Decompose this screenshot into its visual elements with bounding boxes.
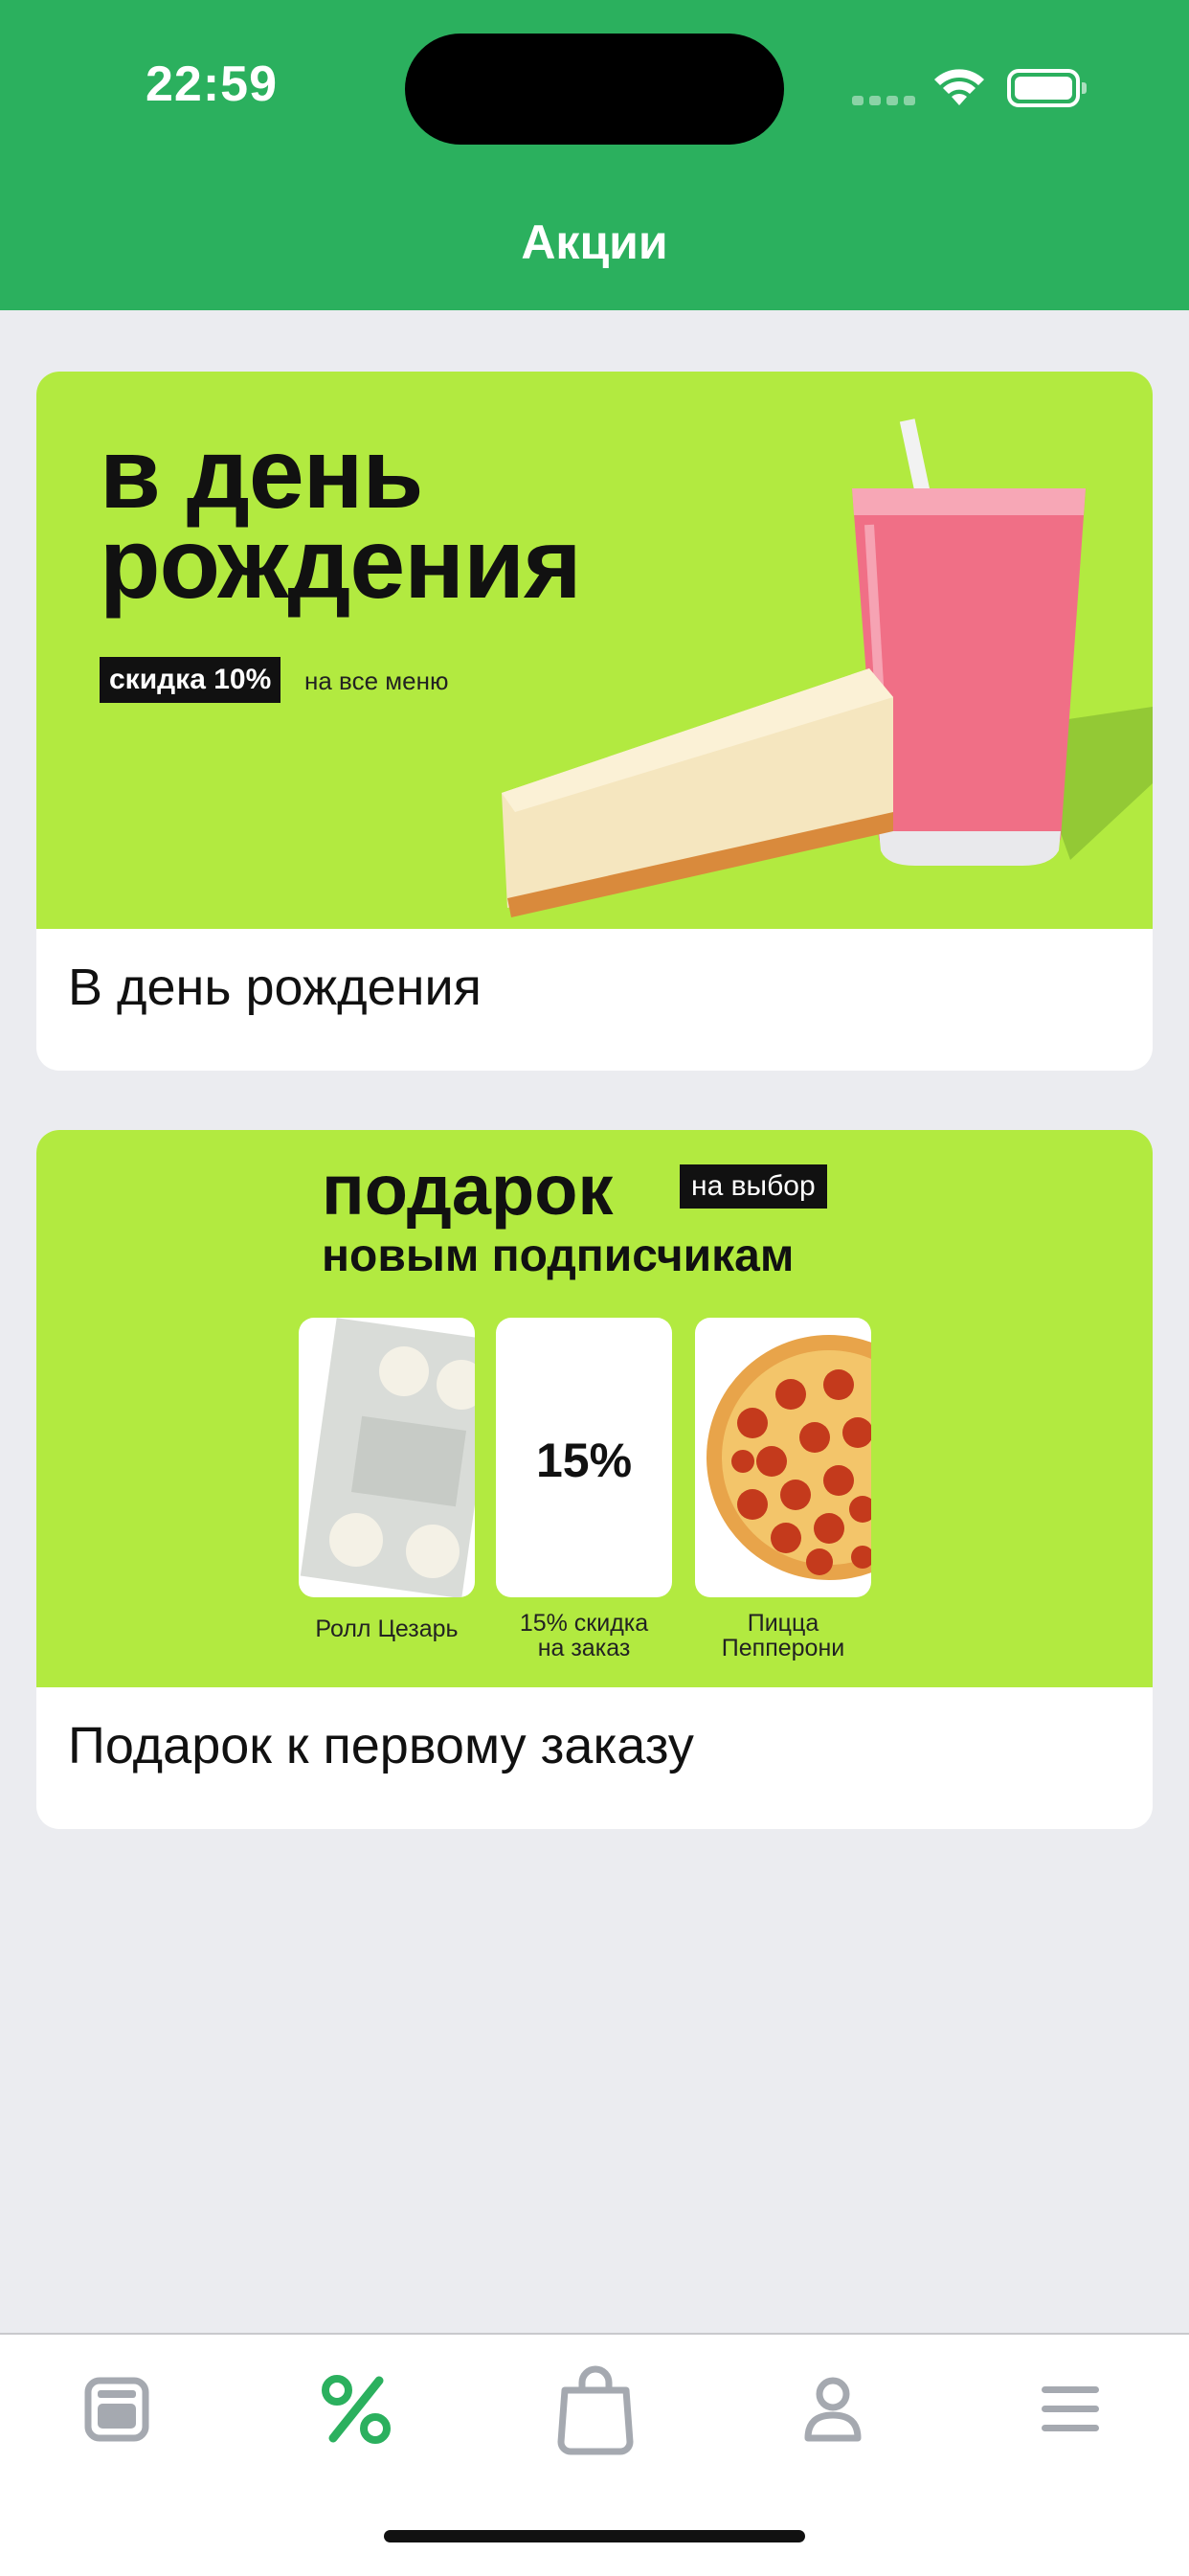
- gift-label-pizza-line1: Пицца: [747, 1610, 819, 1637]
- choice-tag: на выбор: [680, 1164, 827, 1209]
- gift-tile-roll: [299, 1318, 475, 1597]
- cellular-signal-icon: [852, 92, 915, 105]
- discount-tag: скидка 10%: [100, 657, 281, 703]
- cheesecake-milkshake-image: [502, 418, 1153, 917]
- gift-label-pizza-line2: Пепперони: [721, 1635, 845, 1661]
- dynamic-island: [405, 34, 784, 145]
- app-header: 22:59 Акции: [0, 0, 1189, 310]
- hamburger-icon: [1042, 2386, 1099, 2431]
- tab-promotions[interactable]: [308, 2361, 404, 2457]
- tab-menu[interactable]: [69, 2361, 165, 2457]
- home-indicator[interactable]: [384, 2530, 805, 2542]
- gift-tile-pizza: [695, 1318, 871, 1597]
- tab-profile[interactable]: [785, 2361, 881, 2457]
- gift-label-discount-line2: на заказ: [537, 1635, 631, 1661]
- banner-gift-title: подарок: [322, 1150, 614, 1230]
- promo-card-birthday[interactable]: в день рождения скидка 10% на все меню В…: [36, 372, 1153, 1071]
- menu-card-icon: [84, 2377, 149, 2442]
- promo-card-first-order[interactable]: подарок на выбор новым подписчикам 15% Р…: [36, 1130, 1153, 1829]
- promo-banner-gift: подарок на выбор новым подписчикам 15% Р…: [36, 1130, 1153, 1687]
- discount-subtext: на все меню: [304, 667, 449, 695]
- battery-icon: [1007, 69, 1087, 107]
- gift-label-roll-line1: Ролл Цезарь: [315, 1616, 459, 1642]
- gift-label-discount: 15% скидка на заказ: [479, 1611, 689, 1661]
- banner-gift-subtitle: новым подписчикам: [322, 1231, 795, 1281]
- gift-label-pizza: Пицца Пепперони: [678, 1611, 888, 1661]
- promo-title: В день рождения: [68, 959, 482, 1016]
- pepperoni-pizza-image: [707, 1335, 871, 1580]
- wifi-icon: [934, 69, 984, 105]
- gift-label-discount-line1: 15% скидка: [519, 1610, 649, 1637]
- tab-more[interactable]: [1022, 2361, 1118, 2457]
- shopping-bag-icon: [557, 2365, 634, 2455]
- caesar-roll-image: [300, 1318, 475, 1597]
- page-title: Акции: [521, 215, 668, 269]
- percent-icon: [322, 2375, 391, 2444]
- status-time: 22:59: [146, 56, 278, 112]
- gift-tile-discount: 15%: [496, 1318, 672, 1597]
- profile-icon: [804, 2377, 862, 2442]
- promo-banner-birthday: в день рождения скидка 10% на все меню: [36, 372, 1153, 929]
- tab-cart[interactable]: [548, 2361, 643, 2457]
- gift-discount-value: 15%: [535, 1434, 633, 1487]
- gift-label-roll: Ролл Цезарь: [281, 1616, 492, 1641]
- promo-title: Подарок к первому заказу: [68, 1717, 694, 1774]
